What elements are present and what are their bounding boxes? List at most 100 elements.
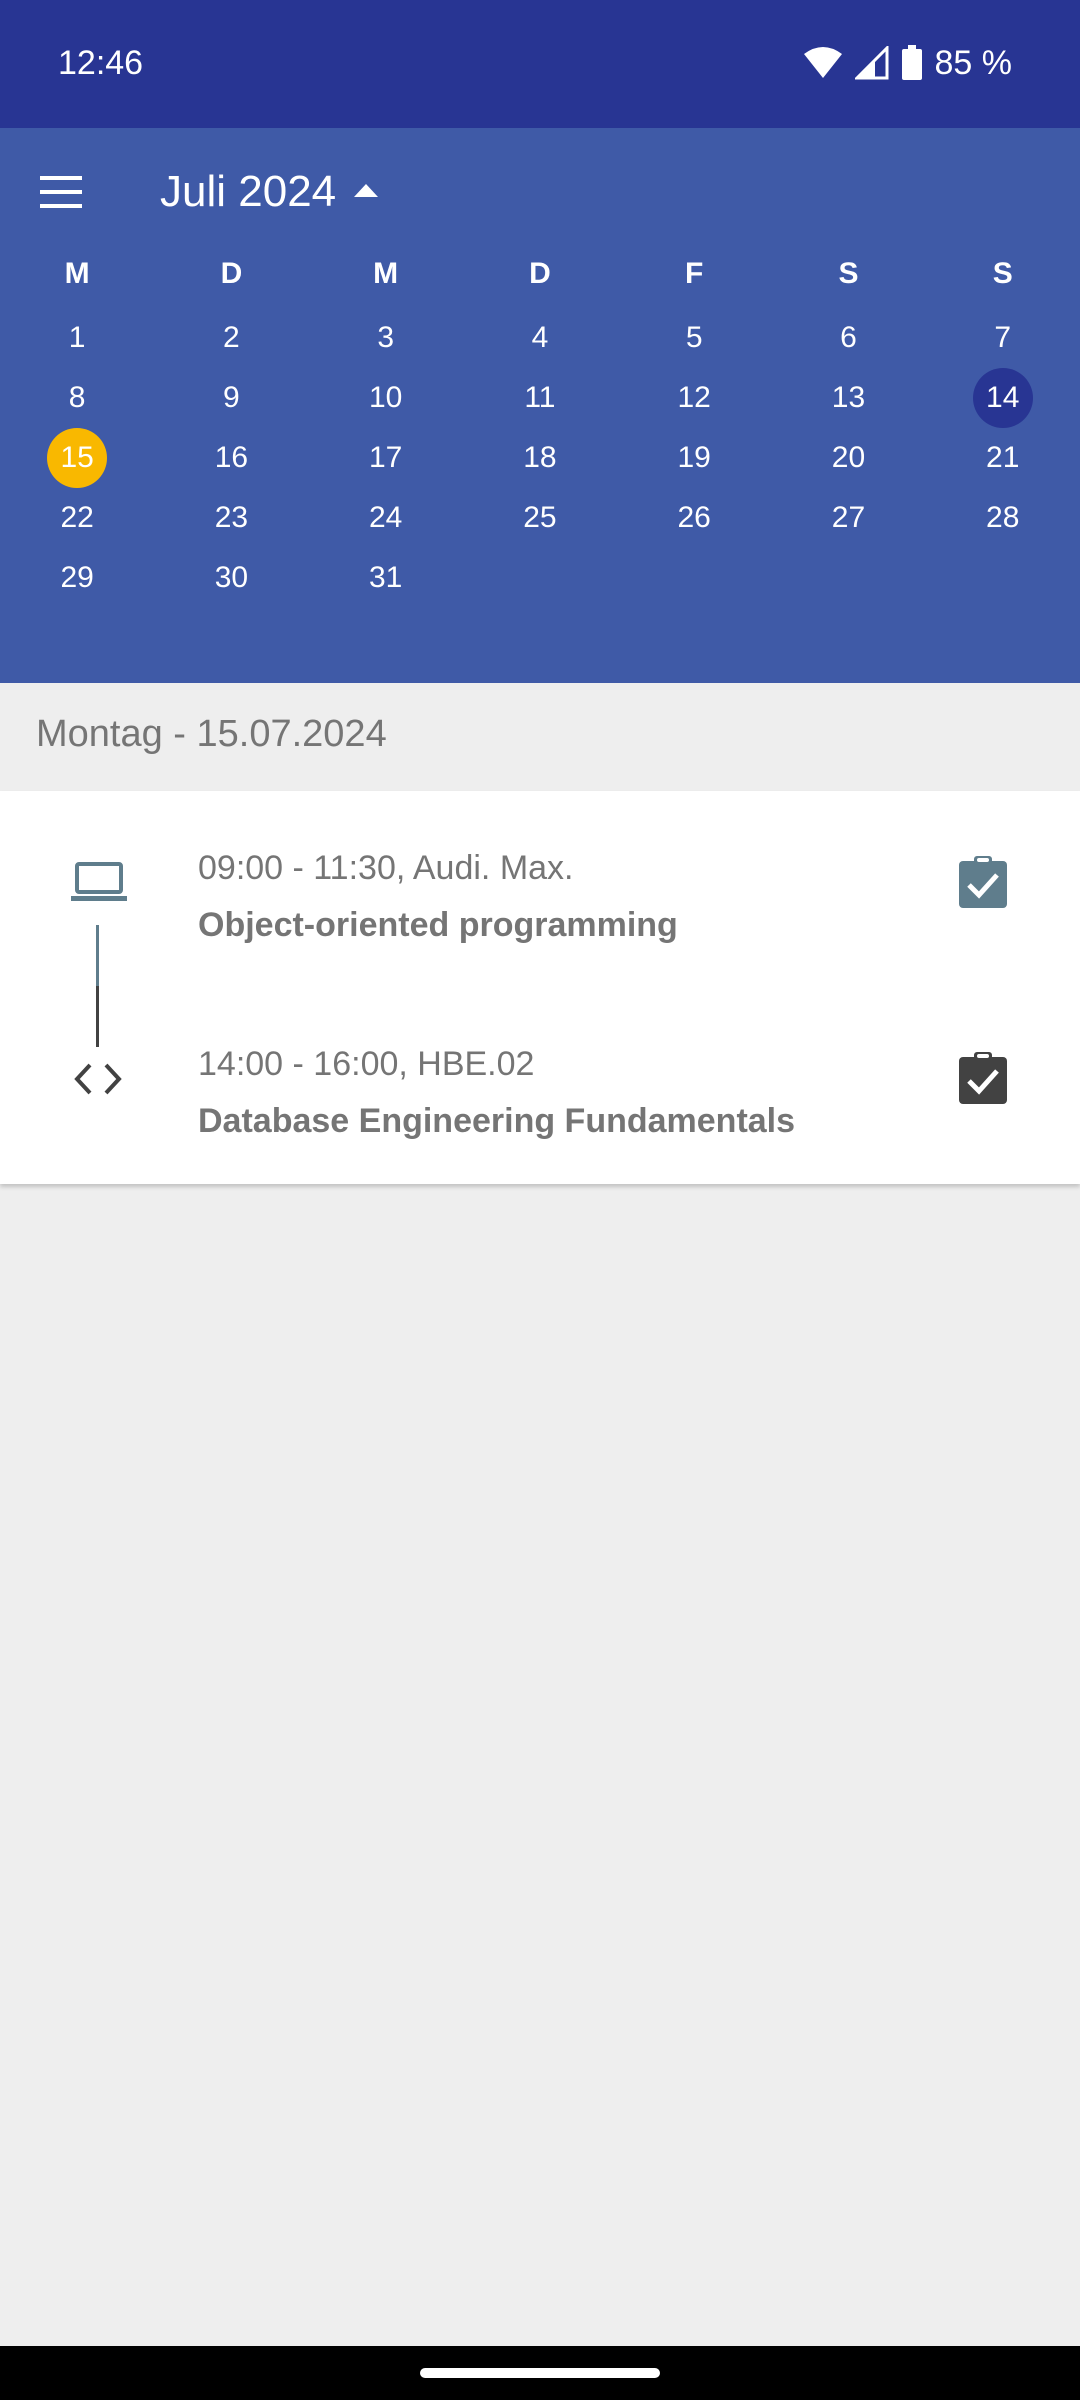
menu-icon[interactable] — [38, 168, 86, 216]
calendar-day-number: 29 — [60, 561, 94, 594]
calendar-day-number: 18 — [523, 441, 557, 474]
calendar-day[interactable]: 15 — [0, 428, 154, 488]
calendar-day-number: 26 — [677, 501, 711, 534]
calendar-day-number: 28 — [986, 501, 1020, 534]
event-title: Database Engineering Fundamentals — [198, 1102, 796, 1140]
calendar-day[interactable]: 28 — [926, 488, 1080, 548]
calendar-day[interactable]: 29 — [0, 548, 154, 608]
calendar-day[interactable]: 22 — [0, 488, 154, 548]
clipboard-check-icon[interactable] — [958, 1051, 1008, 1110]
calendar-day[interactable]: 21 — [926, 428, 1080, 488]
calendar-day[interactable]: 10 — [309, 368, 463, 428]
calendar-day-number: 6 — [840, 321, 857, 354]
calendar-day-number: 31 — [368, 561, 403, 594]
calendar-day-empty — [463, 548, 617, 608]
calendar-day[interactable]: 17 — [309, 428, 463, 488]
weekday-row: M D M D F S S — [0, 250, 1080, 298]
calendar-day[interactable]: 18 — [463, 428, 617, 488]
event-time-location: 14:00 - 16:00, HBE.02 — [198, 1045, 535, 1083]
calendar-day-empty — [771, 548, 925, 608]
calendar-day[interactable]: 5 — [617, 308, 771, 368]
event-item[interactable]: 14:00 - 16:00, HBE.02 Database Engineeri… — [0, 1038, 1080, 1188]
weekday-label: S — [992, 257, 1013, 290]
calendar-day[interactable]: 6 — [771, 308, 925, 368]
status-time: 12:46 — [58, 44, 144, 82]
calendar-day-number: 10 — [368, 381, 403, 414]
calendar-day[interactable]: 23 — [154, 488, 308, 548]
calendar-day-number: 2 — [223, 321, 240, 354]
calendar-week-row: 15 16 17 18 19 20 21 — [0, 428, 1080, 488]
calendar-day-number: 8 — [68, 381, 86, 414]
calendar-day-number: 20 — [831, 441, 866, 474]
calendar-day[interactable]: 16 — [154, 428, 308, 488]
calendar-day[interactable]: 9 — [154, 368, 308, 428]
calendar-day-number: 22 — [60, 501, 94, 534]
calendar-day[interactable]: 3 — [309, 308, 463, 368]
event-item[interactable]: 09:00 - 11:30, Audi. Max. Object-oriente… — [0, 841, 1080, 991]
calendar-day[interactable]: 27 — [771, 488, 925, 548]
calendar-day-empty — [617, 548, 771, 608]
cell-signal-icon — [854, 46, 889, 80]
calendar-day-number: 4 — [531, 321, 549, 354]
events-list: 09:00 - 11:30, Audi. Max. Object-oriente… — [0, 791, 1080, 1184]
calendar-day[interactable]: 19 — [617, 428, 771, 488]
weekday-label: M — [373, 257, 399, 290]
calendar-day[interactable]: 20 — [771, 428, 925, 488]
calendar-day-number: 23 — [214, 501, 249, 534]
calendar-day[interactable]: 30 — [154, 548, 308, 608]
battery-icon — [901, 45, 923, 81]
calendar-week-row: 29 30 31 — [0, 548, 1080, 608]
calendar-panel: Juli 2024 M D M D F S S 1 2 3 4 5 6 7 8 9 10 11 12 1… — [0, 128, 1080, 683]
calendar-day-number: 3 — [377, 321, 394, 354]
calendar-day-number: 13 — [831, 381, 866, 414]
calendar-day-empty — [926, 548, 1080, 608]
calendar-day-number: 17 — [368, 441, 403, 474]
code-icon — [74, 1061, 122, 1102]
status-icons: 85 % — [803, 40, 1012, 86]
calendar-day[interactable]: 1 — [0, 308, 154, 368]
day-header: Montag - 15.07.2024 — [0, 683, 1080, 792]
event-time-location: 09:00 - 11:30, Audi. Max. — [198, 849, 574, 887]
event-title: Object-oriented programming — [198, 906, 678, 944]
calendar-day-number: 14 — [986, 381, 1020, 414]
calendar-week-row: 1 2 3 4 5 6 7 — [0, 308, 1080, 368]
calendar-day-number: 21 — [986, 441, 1020, 474]
calendar-day[interactable]: 7 — [926, 308, 1080, 368]
calendar-day-number: 5 — [685, 321, 703, 354]
calendar-day[interactable]: 4 — [463, 308, 617, 368]
month-title: Juli 2024 — [160, 167, 337, 216]
calendar-week-row: 8 9 10 11 12 13 14 — [0, 368, 1080, 428]
calendar-week-row: 22 23 24 25 26 27 28 — [0, 488, 1080, 548]
weekday-label: D — [220, 257, 243, 290]
calendar-day[interactable]: 24 — [309, 488, 463, 548]
calendar-day[interactable]: 2 — [154, 308, 308, 368]
calendar-day-number: 30 — [214, 561, 249, 594]
weekday-label: S — [838, 257, 859, 290]
clipboard-check-icon[interactable] — [958, 855, 1008, 914]
calendar-day-number: 7 — [994, 321, 1012, 354]
calendar-day[interactable]: 26 — [617, 488, 771, 548]
calendar-day-number: 15 — [60, 441, 94, 474]
day-header-label: Montag - 15.07.2024 — [36, 713, 387, 755]
calendar-day-number: 1 — [68, 321, 86, 354]
weekday-label: D — [529, 257, 551, 290]
calendar-day[interactable]: 12 — [617, 368, 771, 428]
calendar-day[interactable]: 25 — [463, 488, 617, 548]
month-picker[interactable]: Juli 2024 — [160, 160, 379, 224]
calendar-day-number: 12 — [677, 381, 711, 414]
calendar-day[interactable]: 13 — [771, 368, 925, 428]
caret-up-icon — [354, 183, 379, 202]
calendar-day-number: 11 — [524, 381, 556, 414]
calendar-day[interactable]: 14 — [926, 368, 1080, 428]
weekday-label: M — [64, 257, 90, 290]
calendar-day[interactable]: 11 — [463, 368, 617, 428]
calendar-day-number: 24 — [368, 501, 403, 534]
laptop-icon — [71, 861, 127, 908]
navigation-bar — [0, 2346, 1080, 2400]
calendar-day[interactable]: 31 — [309, 548, 463, 608]
calendar-day-number: 25 — [523, 501, 557, 534]
calendar-day[interactable]: 8 — [0, 368, 154, 428]
home-gesture-handle[interactable] — [420, 2368, 660, 2378]
calendar-day-number: 16 — [214, 441, 249, 474]
calendar-day-number: 19 — [677, 441, 711, 474]
